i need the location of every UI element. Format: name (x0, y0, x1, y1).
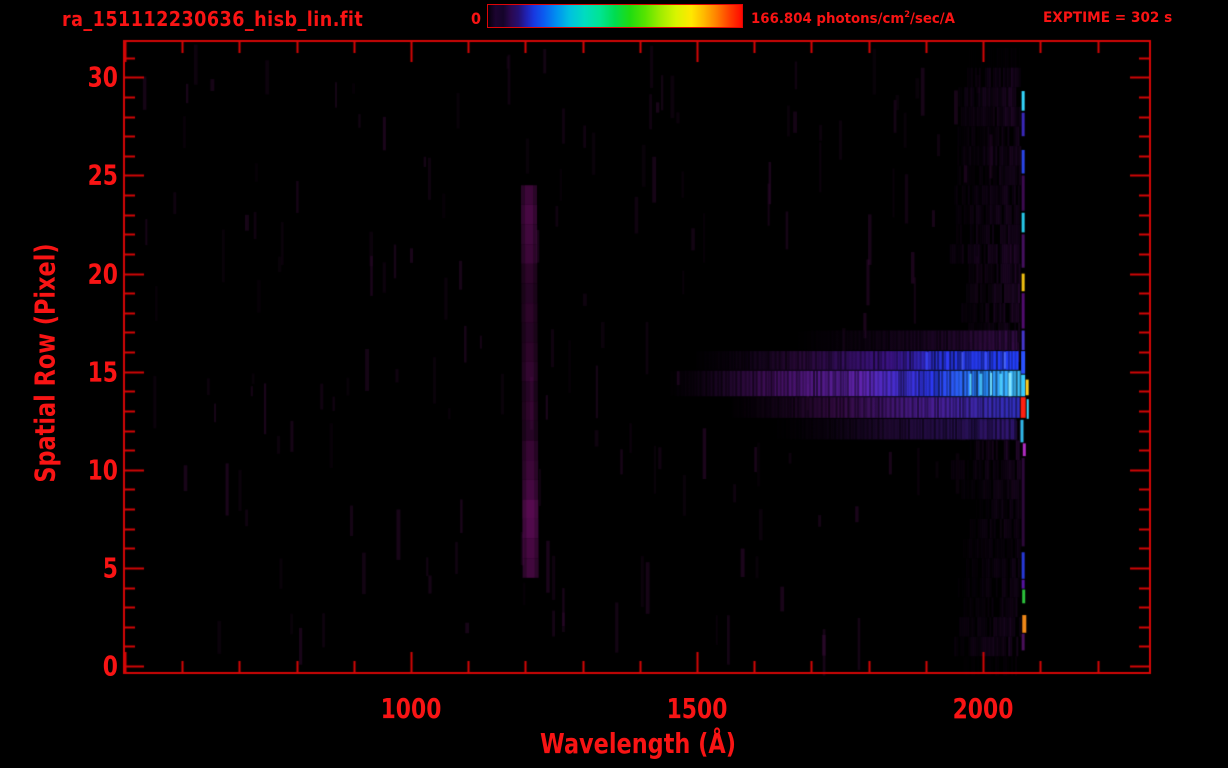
filename-title: ra_151112230636_hisb_lin.fit (62, 7, 364, 31)
y-tick-label: 0 (102, 649, 118, 683)
x-tick-label: 1500 (666, 692, 728, 725)
y-tick-label: 10 (87, 453, 118, 487)
y-tick-label: 5 (102, 551, 118, 585)
spectral-image-display: ra_151112230636_hisb_lin.fit 0 166.804 p… (0, 0, 1228, 768)
x-axis-title: Wavelength (Å) (540, 727, 736, 760)
y-axis-title: Spatial Row (Pixel) (28, 243, 62, 483)
spectral-heatmap-canvas (0, 0, 1228, 768)
exptime-label: EXPTIME = 302 s (1043, 10, 1173, 26)
y-tick-label: 30 (87, 60, 118, 94)
x-tick-label: 2000 (952, 692, 1014, 725)
colorbar-max-label: 166.804 photons/cm2/sec/A (751, 10, 955, 27)
colorbar-gradient (488, 5, 742, 27)
y-tick-label: 15 (87, 355, 118, 389)
y-tick-label: 20 (87, 257, 118, 291)
colorbar-min-label: 0 (470, 9, 481, 28)
y-tick-label: 25 (87, 158, 118, 192)
colorbar-max-units: /sec/A (910, 10, 956, 27)
colorbar-max-value: 166.804 photons/cm (751, 10, 905, 27)
colorbar (487, 4, 743, 28)
x-tick-label: 1000 (380, 692, 442, 725)
